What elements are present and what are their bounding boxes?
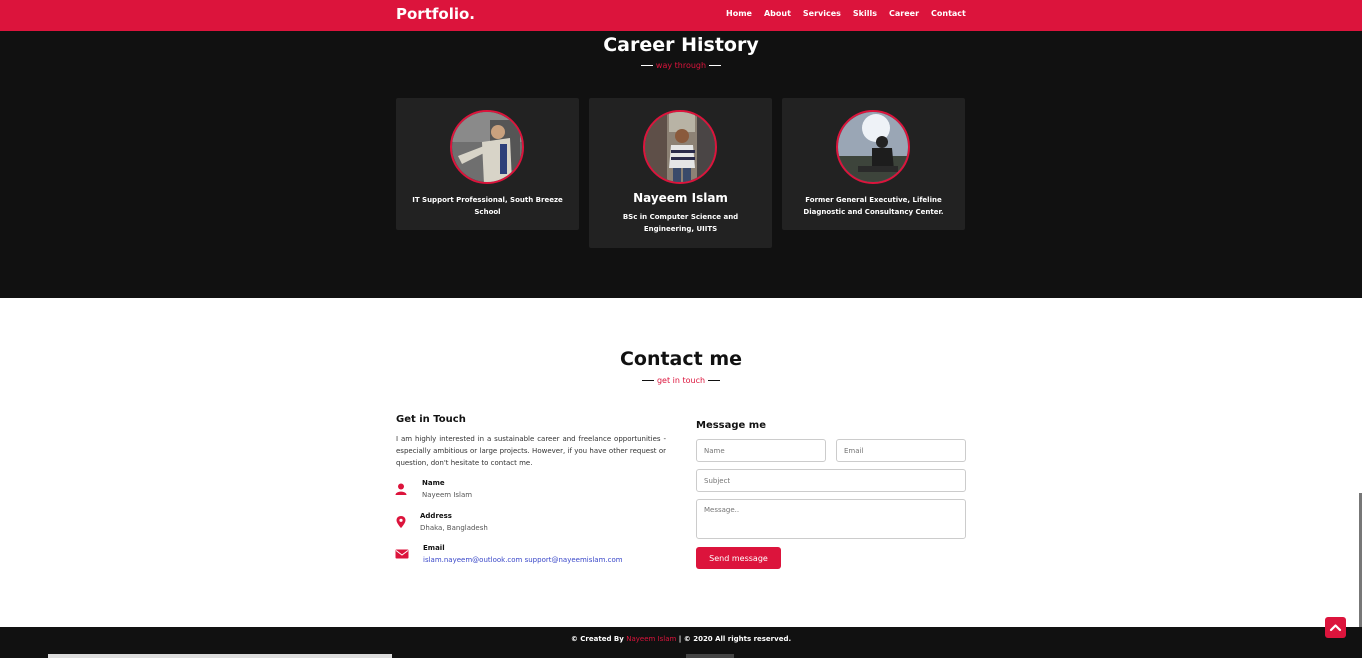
info-address-label: Address	[420, 512, 452, 520]
brand-logo[interactable]: Portfolio.	[396, 5, 475, 23]
footer-prefix: © Created By	[570, 635, 624, 643]
envelope-icon	[395, 549, 409, 559]
name-input[interactable]	[696, 439, 826, 462]
message-textarea[interactable]	[696, 499, 966, 539]
career-card: Former General Executive, Lifeline Diagn…	[782, 98, 965, 230]
contact-title: Contact me	[619, 348, 743, 370]
career-subtitle-text: way through	[655, 61, 707, 70]
career-card: Nayeem Islam BSc in Computer Science and…	[589, 98, 772, 248]
divider-line	[708, 380, 721, 381]
chevron-up-icon	[1329, 624, 1342, 632]
horizontal-scrollbar-thumb[interactable]	[686, 654, 734, 658]
subject-input[interactable]	[696, 469, 966, 492]
nav-skills[interactable]: Skills	[853, 9, 877, 18]
contact-subtitle: get in touch	[0, 376, 1362, 385]
career-card: IT Support Professional, South Breeze Sc…	[396, 98, 579, 230]
nav-menu: Home About Services Skills Career Contac…	[726, 9, 966, 18]
contact-subtitle-text: get in touch	[656, 376, 706, 385]
nav-about[interactable]: About	[764, 9, 791, 18]
nav-services[interactable]: Services	[803, 9, 841, 18]
message-me-heading: Message me	[696, 420, 767, 431]
career-card-name: Nayeem Islam	[633, 191, 728, 205]
career-subtitle: way through	[0, 61, 1362, 70]
map-marker-icon	[396, 516, 406, 528]
info-email-link[interactable]: islam.nayeem@outlook.com support@nayeemi…	[423, 556, 623, 564]
navbar: Portfolio. Home About Services Skills Ca…	[0, 0, 1362, 31]
info-email-label: Email	[423, 544, 445, 552]
footer-suffix: | © 2020 All rights reserved.	[678, 635, 792, 643]
career-title: Career History	[603, 34, 759, 56]
contact-intro: I am highly interested in a sustainable …	[396, 435, 666, 467]
send-message-button[interactable]: Send message	[696, 547, 781, 569]
footer-author-link[interactable]: Nayeem Islam	[626, 635, 676, 643]
info-name-value: Nayeem Islam	[422, 491, 473, 499]
nav-career[interactable]: Career	[889, 9, 919, 18]
scroll-top-button[interactable]	[1325, 617, 1346, 638]
divider-line	[640, 65, 653, 66]
info-name-label: Name	[422, 479, 445, 487]
horizontal-scrollbar-track[interactable]	[48, 654, 392, 658]
nav-home[interactable]: Home	[726, 9, 752, 18]
user-icon	[395, 483, 407, 495]
career-card-text: IT Support Professional, South Breeze Sc…	[412, 196, 563, 216]
career-card-text: Former General Executive, Lifeline Diagn…	[803, 196, 944, 216]
career-section: Career History way through IT Support Pr…	[0, 31, 1362, 298]
email-input[interactable]	[836, 439, 966, 462]
divider-line	[709, 65, 722, 66]
info-address-value: Dhaka, Bangladesh	[420, 524, 488, 532]
avatar-photo	[450, 110, 524, 184]
divider-line	[641, 380, 654, 381]
avatar-photo	[643, 110, 717, 184]
avatar-photo	[836, 110, 910, 184]
nav-contact[interactable]: Contact	[931, 9, 966, 18]
career-card-text: BSc in Computer Science and Engineering,…	[622, 213, 739, 233]
get-in-touch-heading: Get in Touch	[396, 414, 466, 425]
footer-text: © Created By Nayeem Islam | © 2020 All r…	[0, 635, 1362, 643]
